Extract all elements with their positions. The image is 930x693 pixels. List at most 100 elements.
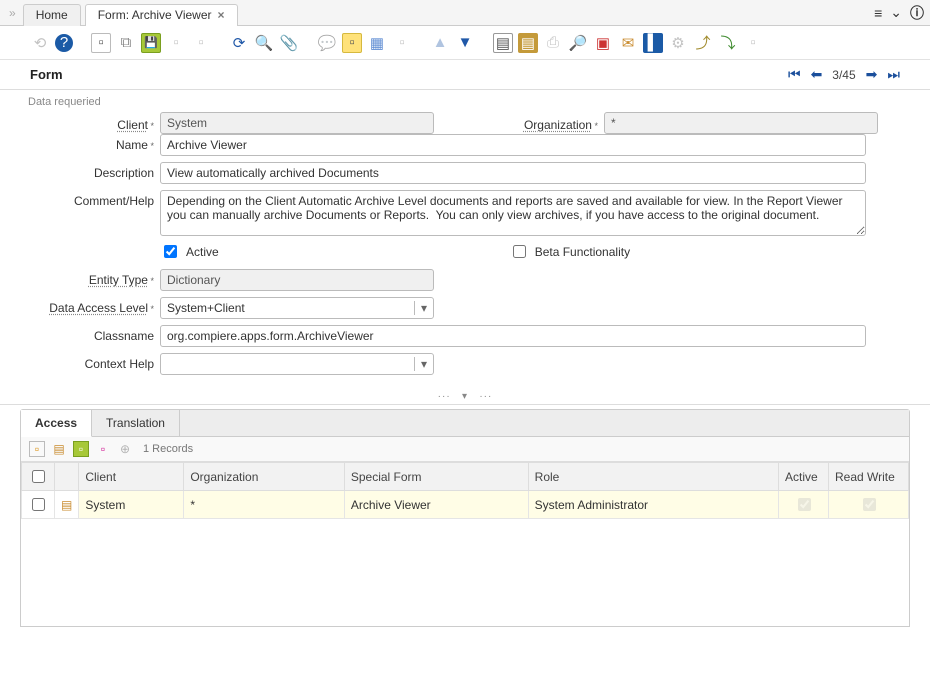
col-form[interactable]: Special Form bbox=[344, 463, 528, 491]
menu-icon[interactable]: ≡ bbox=[874, 5, 882, 21]
beta-checkbox[interactable] bbox=[513, 245, 526, 258]
cell-form: Archive Viewer bbox=[344, 491, 528, 519]
gear-icon[interactable]: ⚙ bbox=[668, 33, 688, 53]
new-record-icon[interactable]: ▫ bbox=[91, 33, 111, 53]
collapse-icon[interactable]: ⌄ bbox=[890, 4, 902, 21]
tab-home[interactable]: Home bbox=[23, 4, 81, 26]
tab-current-label: Form: Archive Viewer bbox=[98, 8, 212, 22]
table-row[interactable]: ▤ System * Archive Viewer System Adminis… bbox=[22, 491, 909, 519]
help-icon[interactable]: ⓘ bbox=[910, 3, 924, 23]
nav-first-icon[interactable]: ⏮ bbox=[788, 66, 801, 83]
sub-plus-icon[interactable]: ⊕ bbox=[117, 441, 133, 457]
status-message: Data requeried bbox=[28, 96, 910, 108]
subtab-container: Access Translation ▫ ▤ ▫ ▫ ⊕ 1 Records C… bbox=[20, 409, 910, 627]
chevron-down-icon-2[interactable]: ▾ bbox=[414, 357, 427, 371]
chevron-down-icon[interactable]: ▾ bbox=[414, 301, 427, 315]
sub-save-icon[interactable]: ▫ bbox=[73, 441, 89, 457]
sub-edit-icon[interactable]: ▤ bbox=[51, 441, 67, 457]
row-select-checkbox[interactable] bbox=[32, 498, 45, 511]
chat-icon[interactable]: 💬 bbox=[317, 33, 337, 53]
tab-current[interactable]: Form: Archive Viewer × bbox=[85, 4, 238, 26]
comment-label: Comment/Help bbox=[20, 190, 160, 208]
classname-field[interactable] bbox=[160, 325, 866, 347]
find-icon[interactable]: 🔍 bbox=[254, 33, 274, 53]
context-help-field[interactable]: ▾ bbox=[160, 353, 434, 375]
organization-field bbox=[604, 112, 878, 134]
zoom-across-icon[interactable]: 🔎 bbox=[568, 33, 588, 53]
select-all-checkbox[interactable] bbox=[32, 470, 45, 483]
client-label: Client bbox=[20, 114, 160, 132]
nav-next-icon[interactable]: ➡ bbox=[866, 66, 878, 83]
nav-last-icon[interactable]: ⏭ bbox=[887, 66, 900, 83]
access-grid: Client Organization Special Form Role Ac… bbox=[21, 462, 909, 612]
beta-label: Beta Functionality bbox=[535, 245, 630, 259]
nav-prev-icon[interactable]: ⬅ bbox=[811, 66, 823, 83]
context-help-label: Context Help bbox=[20, 353, 160, 371]
cell-client: System bbox=[79, 491, 184, 519]
cell-active-checkbox bbox=[798, 498, 811, 511]
description-label: Description bbox=[20, 162, 160, 180]
col-rw[interactable]: Read Write bbox=[829, 463, 909, 491]
active-label: Active bbox=[186, 245, 219, 259]
window-tab-bar: » Home Form: Archive Viewer × ≡ ⌄ ⓘ bbox=[0, 0, 930, 26]
active-wf-icon[interactable]: ▣ bbox=[593, 33, 613, 53]
more-icon[interactable]: ▫ bbox=[743, 33, 763, 53]
sub-new-icon[interactable]: ▫ bbox=[29, 441, 45, 457]
grid-header-row: Client Organization Special Form Role Ac… bbox=[22, 463, 909, 491]
undo-change-icon[interactable]: ⟲ bbox=[30, 33, 50, 53]
entity-type-label: Entity Type bbox=[20, 269, 160, 287]
parent-up-icon[interactable]: ▲ bbox=[430, 33, 450, 53]
export-icon[interactable]: ⤴ bbox=[693, 33, 713, 53]
col-client[interactable]: Client bbox=[79, 463, 184, 491]
comment-field[interactable]: Depending on the Client Automatic Archiv… bbox=[160, 190, 866, 236]
splitter[interactable]: ··· ▾ ··· bbox=[0, 389, 930, 405]
beta-checkbox-wrap[interactable]: Beta Functionality bbox=[509, 242, 630, 261]
refresh-icon[interactable]: ⟳ bbox=[229, 33, 249, 53]
sep-icon-1: ▫ bbox=[392, 33, 412, 53]
import-icon[interactable]: ⤵ bbox=[718, 33, 738, 53]
organization-label: Organization bbox=[494, 114, 604, 132]
tab-translation[interactable]: Translation bbox=[92, 410, 180, 436]
form-header: Form ⏮ ⬅ 3/45 ➡ ⏭ bbox=[0, 60, 930, 90]
save-create-icon[interactable]: ▫ bbox=[166, 33, 186, 53]
active-checkbox[interactable] bbox=[164, 245, 177, 258]
name-label: Name bbox=[20, 134, 160, 152]
note-icon[interactable]: ▫ bbox=[342, 33, 362, 53]
data-access-level-field[interactable]: System+Client ▾ bbox=[160, 297, 434, 319]
active-checkbox-wrap[interactable]: Active bbox=[160, 242, 219, 261]
row-edit-icon[interactable]: ▤ bbox=[61, 498, 72, 512]
expand-sidebar-icon[interactable]: » bbox=[6, 6, 19, 20]
attachment-icon[interactable]: 📎 bbox=[279, 33, 299, 53]
cell-role: System Administrator bbox=[528, 491, 778, 519]
record-count: 1 Records bbox=[143, 443, 193, 455]
col-role[interactable]: Role bbox=[528, 463, 778, 491]
subtab-toolbar: ▫ ▤ ▫ ▫ ⊕ 1 Records bbox=[21, 437, 909, 462]
classname-label: Classname bbox=[20, 325, 160, 343]
close-icon[interactable]: × bbox=[218, 8, 225, 22]
help-toolbar-icon[interactable]: ? bbox=[55, 34, 73, 52]
report-icon[interactable]: ▤ bbox=[493, 33, 513, 53]
requests-icon[interactable]: ✉ bbox=[618, 33, 638, 53]
name-field[interactable] bbox=[160, 134, 866, 156]
horizontal-scrollbar[interactable] bbox=[99, 612, 881, 624]
sub-delete-icon[interactable]: ▫ bbox=[95, 441, 111, 457]
main-toolbar: ⟲ ? ▫ ⧉ 💾 ▫ ▫ ⟳ 🔍 📎 💬 ▫ ▦ ▫ ▲ ▼ ▤ ▤ ⎙ 🔎 … bbox=[0, 26, 930, 60]
cell-rw-checkbox bbox=[863, 498, 876, 511]
product-info-icon[interactable]: ▌ bbox=[643, 33, 663, 53]
tab-home-label: Home bbox=[36, 8, 68, 22]
cell-org: * bbox=[184, 491, 345, 519]
archive-icon[interactable]: ▤ bbox=[518, 33, 538, 53]
copy-record-icon[interactable]: ⧉ bbox=[116, 33, 136, 53]
grid-toggle-icon[interactable]: ▦ bbox=[367, 33, 387, 53]
delete-record-icon[interactable]: ▫ bbox=[191, 33, 211, 53]
description-field[interactable] bbox=[160, 162, 866, 184]
col-org[interactable]: Organization bbox=[184, 463, 345, 491]
col-active[interactable]: Active bbox=[779, 463, 829, 491]
form-title: Form bbox=[30, 67, 63, 82]
save-record-icon[interactable]: 💾 bbox=[141, 33, 161, 53]
tab-access[interactable]: Access bbox=[21, 410, 92, 437]
print-icon[interactable]: ⎙ bbox=[543, 33, 563, 53]
record-nav: ⏮ ⬅ 3/45 ➡ ⏭ bbox=[788, 66, 900, 83]
detail-down-icon[interactable]: ▼ bbox=[455, 33, 475, 53]
page-indicator: 3/45 bbox=[832, 68, 855, 82]
